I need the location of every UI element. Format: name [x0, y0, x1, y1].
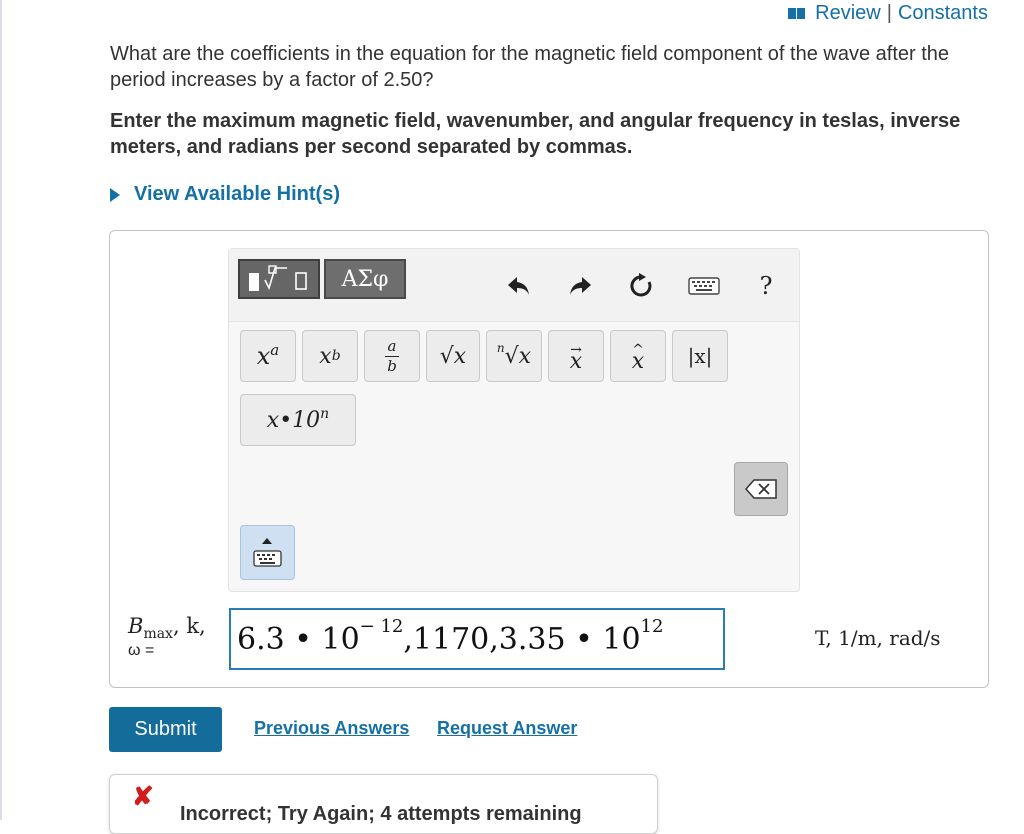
backspace-button[interactable] [734, 462, 788, 516]
reset-icon[interactable] [626, 271, 656, 301]
answer-part-2: ,1170,3.35 • 10 [403, 621, 641, 657]
superscript-template-button[interactable]: xa [240, 330, 296, 382]
answer-part-1: 6.3 • 10 [237, 621, 360, 657]
sci-base: x•10 [266, 407, 321, 433]
templates-icon [249, 265, 307, 291]
page-left-rule [0, 0, 2, 820]
sci-exp: n [320, 406, 330, 422]
caret-right-icon [110, 187, 120, 202]
subscript-base: x [319, 343, 332, 369]
view-hints-label: View Available Hint(s) [134, 183, 340, 205]
answer-exp-2: 12 [640, 615, 664, 637]
header-separator: | [886, 2, 892, 24]
nthroot-symbol: √x [504, 343, 532, 369]
constants-link[interactable]: Constants [898, 2, 988, 25]
feedback-text: Incorrect; Try Again; 4 attempts remaini… [180, 803, 582, 825]
bmax-symbol: B [128, 614, 144, 638]
answer-input[interactable]: 6.3 • 10− 12,1170,3.35 • 10 12 [229, 608, 725, 670]
subscript-template-button[interactable]: xb [302, 330, 358, 382]
feedback-panel: ✘ Incorrect; Try Again; 4 attempts remai… [109, 774, 658, 834]
unit-vector-symbol: x [631, 349, 645, 374]
templates-mode-button[interactable] [238, 259, 320, 299]
scientific-notation-button[interactable]: x•10 n [240, 394, 356, 446]
answer-exp-1: − 12 [359, 615, 404, 637]
fraction-numerator: a [387, 336, 397, 355]
book-icon [788, 8, 806, 19]
undo-icon[interactable] [504, 271, 534, 301]
vector-template-button[interactable]: → x [548, 330, 604, 382]
omega-label: ω = [128, 642, 155, 659]
keyboard-toggle-icon [253, 538, 282, 567]
backspace-icon [745, 479, 777, 499]
header-links: Review | Constants [788, 2, 988, 25]
redo-icon[interactable] [565, 271, 595, 301]
subscript-sub: b [331, 348, 341, 364]
question-text: What are the coefficients in the equatio… [110, 43, 950, 91]
previous-answers-link[interactable]: Previous Answers [254, 718, 409, 739]
keyboard-toggle-button[interactable] [240, 525, 295, 580]
nthroot-index: n [496, 341, 505, 355]
unit-vector-template-button[interactable]: ^ x [610, 330, 666, 382]
incorrect-icon: ✘ [132, 781, 154, 811]
absolute-value-symbol: |x| [687, 344, 713, 368]
bmax-subscript: max [143, 626, 173, 643]
keyboard-icon[interactable] [686, 271, 722, 301]
fraction-denominator: b [387, 356, 397, 375]
submit-button[interactable]: Submit [109, 707, 222, 752]
sqrt-symbol: √x [439, 343, 467, 369]
superscript-base: x [256, 342, 271, 370]
superscript-exp: a [270, 341, 280, 359]
help-button[interactable]: ? [754, 271, 778, 301]
greek-mode-button[interactable]: ΑΣφ [324, 259, 406, 299]
review-link[interactable]: Review [815, 2, 881, 25]
absolute-value-template-button[interactable]: |x| [672, 330, 728, 382]
nthroot-template-button[interactable]: n √x [486, 330, 542, 382]
variable-label-rest: , k, [172, 614, 206, 638]
variable-label: Bmax, k, [128, 614, 206, 642]
instruction-text: Enter the maximum magnetic field, wavenu… [110, 110, 961, 158]
request-answer-link[interactable]: Request Answer [437, 718, 577, 739]
view-hints-toggle[interactable]: View Available Hint(s) [110, 183, 340, 206]
vector-symbol: x [569, 349, 583, 374]
sqrt-template-button[interactable]: √x [426, 330, 480, 382]
units-label: T, 1/m, rad/s [815, 626, 941, 650]
fraction-template-button[interactable]: a b [364, 330, 420, 382]
